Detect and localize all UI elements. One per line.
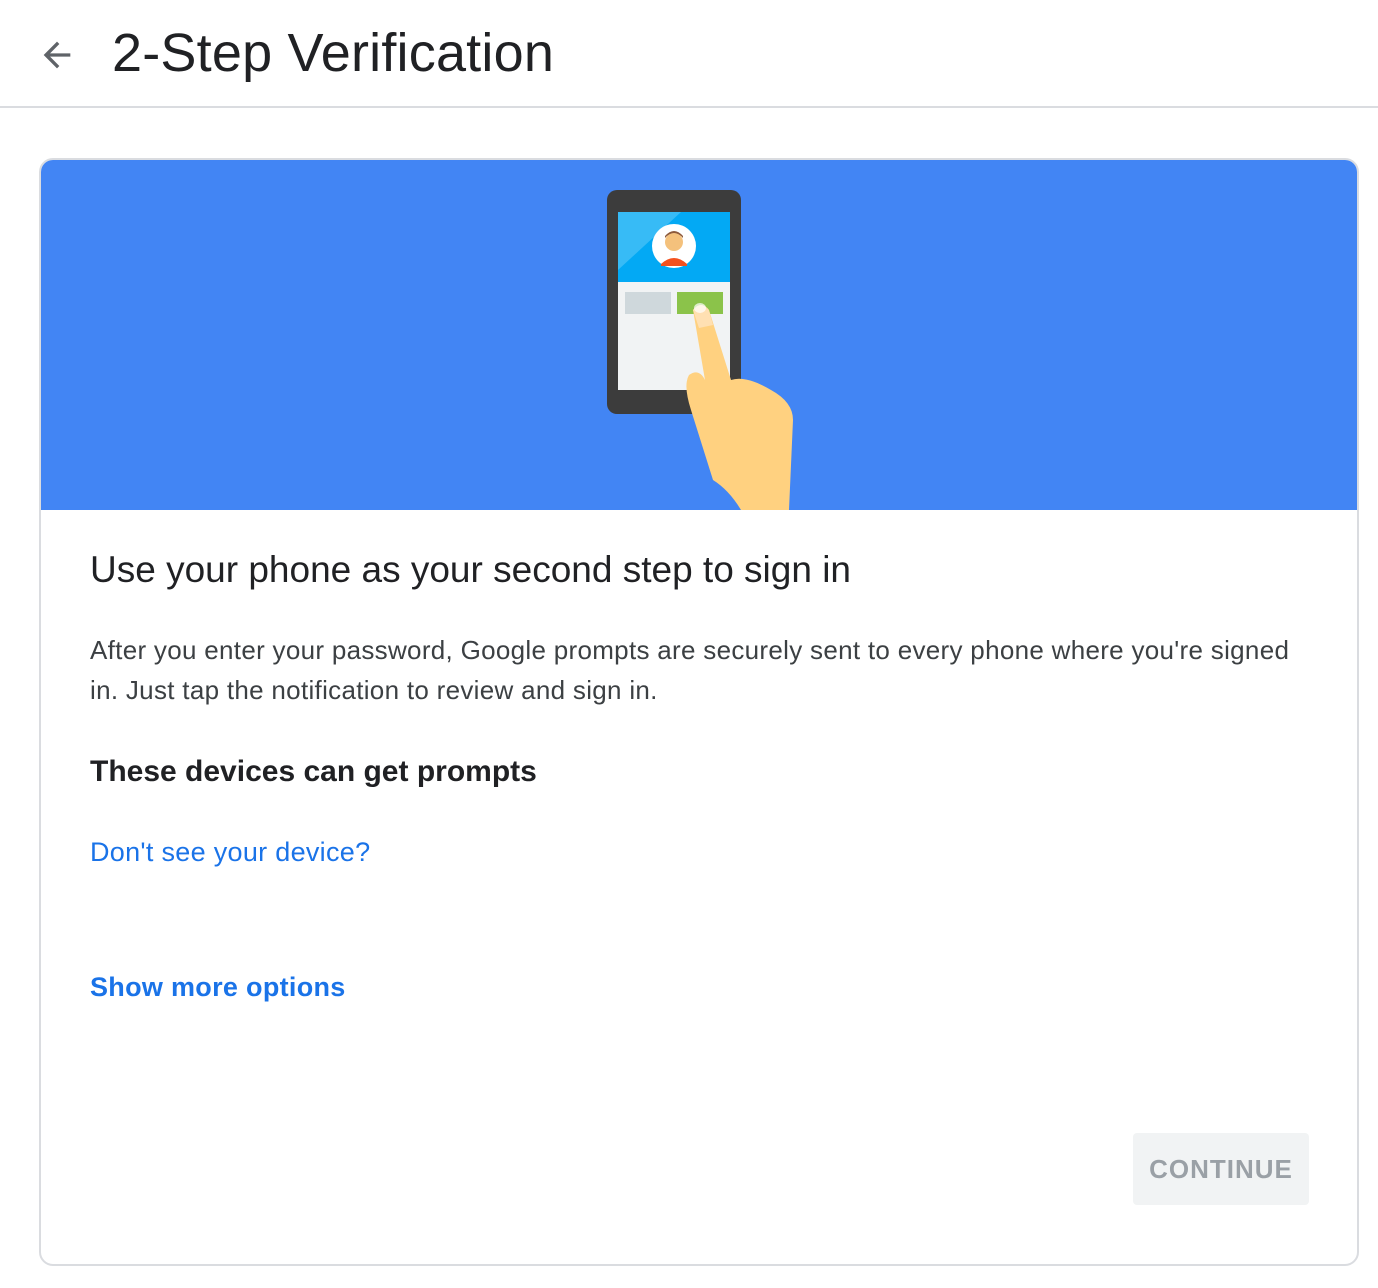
devices-heading: These devices can get prompts [90, 755, 537, 788]
page-title: 2-Step Verification [112, 23, 555, 83]
hero-banner [41, 160, 1357, 510]
app-header: 2-Step Verification [0, 0, 1378, 108]
card-title: Use your phone as your second step to si… [90, 549, 852, 590]
show-more-options-link[interactable]: Show more options [90, 967, 346, 1007]
setup-card: Use your phone as your second step to si… [39, 158, 1359, 1266]
continue-button[interactable]: CONTINUE [1133, 1133, 1309, 1205]
back-button[interactable] [30, 28, 84, 82]
dont-see-device-link[interactable]: Don't see your device? [90, 832, 370, 872]
card-description: After you enter your password, Google pr… [90, 635, 1290, 705]
phone-tap-illustration [607, 190, 793, 510]
arrow-back-icon [43, 41, 71, 69]
